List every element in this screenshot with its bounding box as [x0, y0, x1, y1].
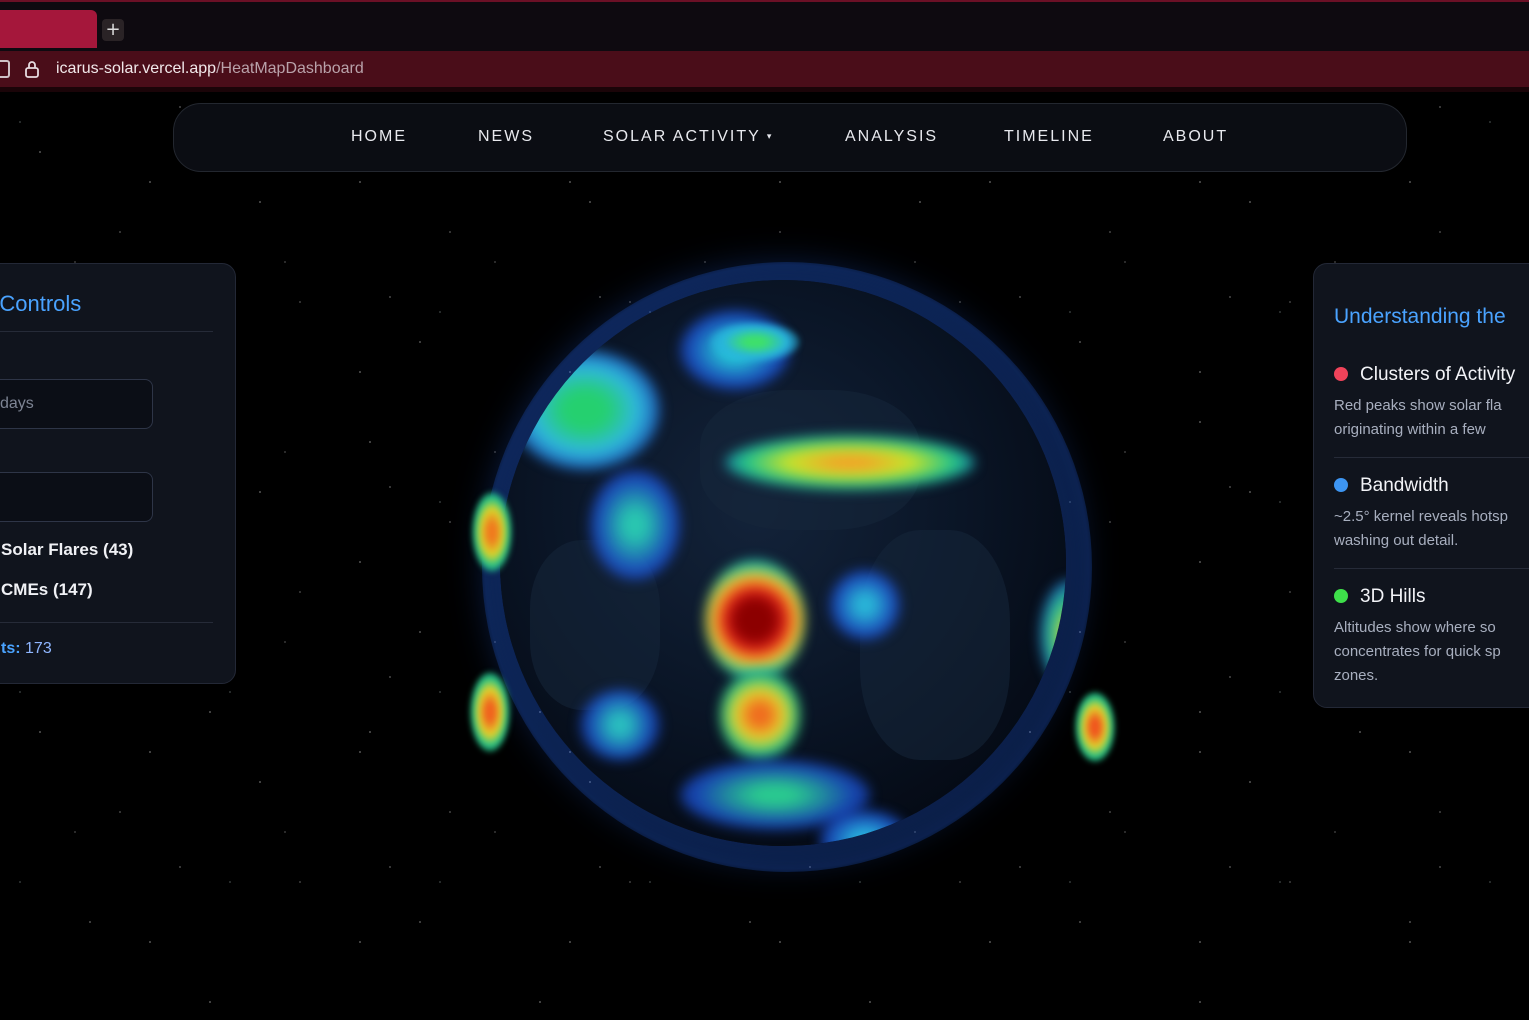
info-item-bandwidth: Bandwidth	[1334, 475, 1449, 497]
divider	[1334, 457, 1529, 458]
heat-ridge	[1075, 692, 1115, 762]
globe-surface	[500, 280, 1066, 846]
heat-hotspot	[590, 470, 680, 580]
green-dot-icon	[1334, 589, 1348, 603]
heat-ridge	[472, 492, 512, 572]
heat-hotspot	[725, 435, 975, 490]
heat-hotspot-peak	[705, 560, 805, 680]
url-domain: icarus-solar.vercel.app	[56, 60, 217, 77]
blue-dot-icon	[1334, 478, 1348, 492]
url-text[interactable]: icarus-solar.vercel.app/HeatMapDashboard	[56, 60, 364, 78]
info-line: zones.	[1334, 667, 1379, 684]
nav-about[interactable]: ABOUT	[1163, 128, 1228, 146]
heat-ridge	[710, 322, 800, 362]
heat-hotspot	[510, 350, 660, 470]
info-line: Red peaks show solar fla	[1334, 397, 1502, 414]
browser-tab-active[interactable]	[0, 10, 97, 48]
nav-timeline[interactable]: TIMELINE	[1004, 128, 1094, 146]
info-line: ~2.5° kernel reveals hotsp	[1334, 508, 1509, 525]
cmes-checkbox[interactable]: CMEs (147)	[1, 580, 93, 600]
heatmap-controls-panel: p Controls days Solar Flares (43) CMEs (…	[0, 263, 236, 684]
info-line: Altitudes show where so	[1334, 619, 1496, 636]
info-item-clusters: Clusters of Activity	[1334, 364, 1515, 386]
info-line: washing out detail.	[1334, 532, 1459, 549]
nav-home[interactable]: HOME	[351, 128, 407, 146]
info-line: originating within a few	[1334, 421, 1486, 438]
nav-solar-activity-label: SOLAR ACTIVITY	[603, 128, 761, 145]
heat-ridge	[470, 672, 510, 752]
heat-hotspot	[720, 670, 800, 760]
nav-news[interactable]: NEWS	[478, 128, 534, 146]
total-events: ts: 173	[1, 640, 52, 658]
heat-hotspot	[830, 570, 900, 640]
url-path: /HeatMapDashboard	[216, 60, 364, 77]
red-dot-icon	[1334, 367, 1348, 381]
divider	[0, 622, 213, 623]
heatmap-dashboard-page: HOME NEWS SOLAR ACTIVITY ▾ ANALYSIS TIMEL…	[0, 92, 1529, 1020]
legend-info-panel: Understanding the Clusters of Activity R…	[1313, 263, 1529, 708]
filter-field[interactable]	[0, 472, 153, 522]
divider	[0, 331, 213, 332]
total-events-label: ts:	[1, 640, 21, 657]
date-range-field[interactable]: days	[0, 379, 153, 429]
panel-title: Understanding the	[1334, 305, 1506, 328]
total-events-value: 173	[25, 640, 52, 657]
chevron-down-icon: ▾	[766, 131, 772, 141]
new-tab-button[interactable]: +	[102, 19, 124, 41]
info-item-title: Clusters of Activity	[1360, 364, 1516, 385]
info-item-title: Bandwidth	[1360, 475, 1449, 496]
nav-analysis[interactable]: ANALYSIS	[845, 128, 938, 146]
browser-tab-bar: +	[0, 0, 1529, 51]
info-item-title: 3D Hills	[1360, 586, 1426, 607]
main-nav: HOME NEWS SOLAR ACTIVITY ▾ ANALYSIS TIMEL…	[173, 103, 1407, 172]
info-line: concentrates for quick sp	[1334, 643, 1501, 660]
info-item-text: Red peaks show solar fla originating with…	[1334, 394, 1529, 442]
info-item-text: Altitudes show where so concentrates for …	[1334, 616, 1529, 688]
nav-solar-activity[interactable]: SOLAR ACTIVITY ▾	[603, 128, 771, 146]
heatmap-globe[interactable]	[460, 232, 1120, 882]
info-item-text: ~2.5° kernel reveals hotsp washing out de…	[1334, 505, 1529, 553]
divider	[1334, 568, 1529, 569]
lock-icon[interactable]	[24, 60, 40, 78]
info-item-3d-hills: 3D Hills	[1334, 586, 1425, 608]
solar-flares-checkbox[interactable]: Solar Flares (43)	[1, 540, 133, 560]
continent-shape	[860, 530, 1010, 760]
reader-mode-icon[interactable]	[0, 60, 10, 78]
panel-title: p Controls	[0, 291, 82, 316]
heat-hotspot	[580, 690, 660, 760]
